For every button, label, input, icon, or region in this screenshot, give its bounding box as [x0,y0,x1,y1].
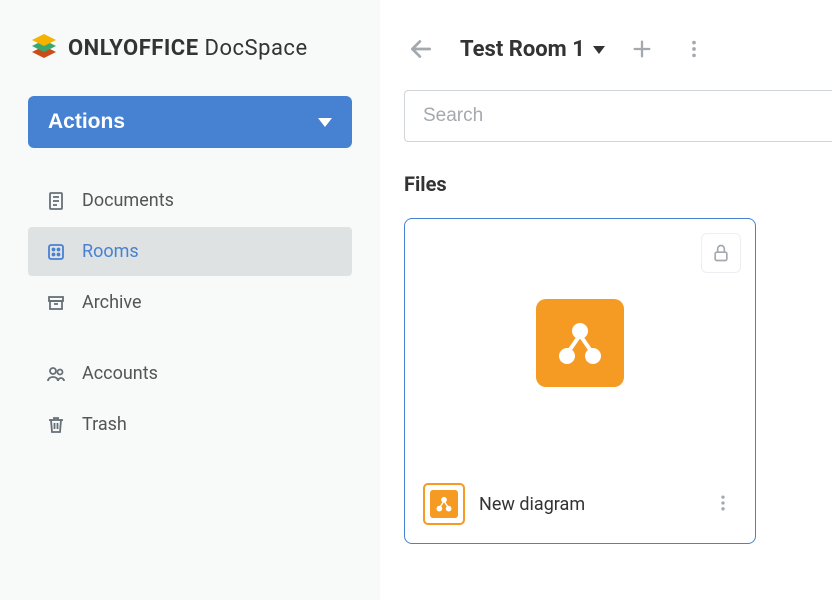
brand-logo-icon [28,32,60,64]
sidebar-nav: Documents Rooms [28,176,352,449]
header-menu-button[interactable] [679,34,709,64]
sidebar-item-label: Accounts [82,363,158,384]
accounts-icon [46,364,66,384]
sidebar-item-trash[interactable]: Trash [28,400,352,449]
diagram-icon [536,299,624,387]
diagram-icon [434,494,454,514]
sidebar-item-accounts[interactable]: Accounts [28,349,352,398]
plus-icon [631,38,653,60]
main-content: Test Room 1 Files [380,0,832,600]
search-input[interactable] [404,90,832,142]
brand-logo[interactable]: ONLYOFFICE DocSpace [28,32,352,64]
room-title: Test Room 1 [460,37,585,62]
file-menu-button[interactable] [709,489,737,520]
sidebar-item-label: Archive [82,292,142,313]
sidebar: ONLYOFFICE DocSpace Actions Documents [0,0,380,600]
add-button[interactable] [627,34,657,64]
sidebar-item-archive[interactable]: Archive [28,278,352,327]
sidebar-item-label: Documents [82,190,174,211]
brand-logo-text: ONLYOFFICE DocSpace [68,36,308,61]
sidebar-item-label: Rooms [82,241,139,262]
file-card[interactable]: New diagram [404,218,756,544]
file-preview [405,219,755,467]
room-header: Test Room 1 [404,32,832,66]
chevron-down-icon [593,46,605,54]
search-container [404,90,832,142]
actions-button[interactable]: Actions [28,96,352,148]
file-footer: New diagram [405,467,755,543]
files-heading: Files [404,172,832,196]
actions-label: Actions [48,110,125,134]
sidebar-item-documents[interactable]: Documents [28,176,352,225]
file-type-icon [423,483,465,525]
chevron-down-icon [318,118,332,127]
lock-icon [711,243,731,263]
trash-icon [46,415,66,435]
sidebar-item-rooms[interactable]: Rooms [28,227,352,276]
document-icon [46,191,66,211]
kebab-icon [713,493,733,513]
room-title-dropdown[interactable]: Test Room 1 [460,37,605,62]
archive-icon [46,293,66,313]
lock-badge[interactable] [701,233,741,273]
back-button[interactable] [404,32,438,66]
file-name: New diagram [479,494,695,515]
kebab-icon [683,38,705,60]
arrow-left-icon [408,36,434,62]
sidebar-item-label: Trash [82,414,127,435]
files-grid: New diagram [404,218,832,544]
rooms-icon [46,242,66,262]
